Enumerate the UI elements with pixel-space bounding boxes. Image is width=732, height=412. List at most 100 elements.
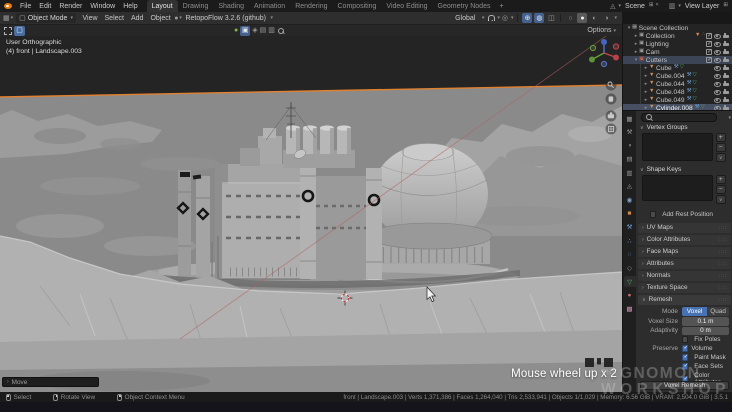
outliner-row-cutters[interactable]: ▾ ▣ Cutters <box>623 56 732 64</box>
modifier-icon[interactable]: ⚒ <box>687 73 692 79</box>
disable-render-icon[interactable] <box>722 33 730 40</box>
workspace-tab-animation[interactable]: Animation <box>249 0 290 12</box>
disable-render-icon[interactable] <box>722 81 730 88</box>
snap-magnet-icon[interactable] <box>486 14 495 22</box>
vertex-group-specials-button[interactable]: ∨ <box>716 153 726 162</box>
shading-wireframe-button[interactable]: ○ <box>565 13 575 23</box>
hide-eye-icon[interactable] <box>713 33 722 40</box>
vertex-group-add-button[interactable]: + <box>716 133 726 142</box>
menu-add[interactable]: Add <box>127 15 146 22</box>
view-layer-selector[interactable]: View Layer <box>685 3 720 10</box>
shape-key-specials-button[interactable]: ∨ <box>716 195 726 204</box>
shape-keys-panel-header[interactable]: ∨ Shape Keys <box>640 166 681 173</box>
menu-view[interactable]: View <box>79 15 101 22</box>
shading-solid-button[interactable]: ● <box>577 13 588 23</box>
box-select-tool-icon[interactable] <box>2 26 13 36</box>
add-rest-position-row[interactable]: Add Rest Position <box>650 211 713 218</box>
tool-color-icon[interactable]: ● <box>234 27 238 34</box>
proportional-caret-icon[interactable]: ▾ <box>511 15 514 21</box>
editor-type-icon[interactable]: ▦ <box>3 15 10 22</box>
hide-eye-icon[interactable] <box>713 73 722 80</box>
tool-diamond-icon[interactable]: ◈ <box>252 27 257 34</box>
section-texture-space[interactable]: › Texture Space ∷∷ <box>638 283 731 293</box>
outliner-row-cam[interactable]: ▸ ▣ Cam <box>623 48 732 56</box>
retopoflow-menu[interactable]: RetopoFlow 3.2.6 (github) <box>182 15 270 22</box>
snap-caret-icon[interactable]: ▾ <box>497 15 500 21</box>
perspective-toggle-button[interactable] <box>605 123 617 135</box>
tab-material[interactable]: ● <box>624 290 636 301</box>
shading-material-button[interactable]: ◐ <box>589 13 599 23</box>
tab-render[interactable]: ◑ <box>624 140 636 151</box>
disable-render-icon[interactable] <box>722 65 730 72</box>
scene-browse-caret-icon[interactable]: ▾ <box>619 3 622 9</box>
tab-object[interactable]: ■ <box>624 208 636 219</box>
tab-scene[interactable]: ◬ <box>624 181 636 192</box>
menu-render[interactable]: Render <box>55 3 86 10</box>
blender-logo-icon[interactable] <box>4 3 12 9</box>
fix-poles-checkbox[interactable] <box>682 336 689 343</box>
face-sets-checkbox[interactable] <box>682 363 688 370</box>
tab-view-layer[interactable]: ▥ <box>624 167 636 178</box>
preserve-face-sets-row[interactable]: Face Sets <box>682 363 723 370</box>
unlink-scene-icon[interactable]: × <box>656 3 659 9</box>
modifier-icon[interactable]: ⚒ <box>687 97 692 103</box>
mode-selector[interactable]: ▢ Object Mode ▾ <box>16 13 76 23</box>
orientation-caret-icon[interactable]: ▾ <box>482 15 485 21</box>
disable-render-icon[interactable] <box>722 73 730 80</box>
new-scene-icon[interactable]: ⊞ <box>649 3 654 9</box>
mode-quad-button[interactable]: Quad <box>707 307 729 316</box>
hide-eye-icon[interactable] <box>713 81 722 88</box>
shading-rendered-button[interactable]: ◑ <box>601 13 611 23</box>
disable-render-icon[interactable] <box>722 57 730 64</box>
xray-toggle[interactable]: ◫ <box>546 13 556 23</box>
mesh-data-icon[interactable]: ▽ <box>693 97 697 103</box>
new-view-layer-icon[interactable]: ⊞ <box>723 3 728 9</box>
hide-eye-icon[interactable] <box>713 97 722 104</box>
workspace-tab-rendering[interactable]: Rendering <box>290 0 332 12</box>
viewport-3d[interactable]: User Orthographic (4) front | Landscape.… <box>0 36 622 392</box>
active-tool-toggle[interactable]: ▢ <box>14 25 25 36</box>
tool-search-icon[interactable] <box>277 27 285 35</box>
paint-mask-checkbox[interactable] <box>682 354 688 361</box>
workspace-tab-shading[interactable]: Shading <box>213 0 249 12</box>
add-rest-position-checkbox[interactable] <box>650 211 657 218</box>
modifier-icon[interactable]: ⚒ <box>687 81 692 87</box>
shape-keys-list[interactable] <box>642 175 713 201</box>
menu-file[interactable]: File <box>16 3 35 10</box>
collection-checkbox[interactable] <box>706 57 712 63</box>
menu-edit[interactable]: Edit <box>35 3 55 10</box>
mesh-data-icon[interactable]: ▽ <box>693 81 697 87</box>
outliner-row-cube-044[interactable]: ▸ ▼ Cube.044 ⚒ ▽ <box>623 80 732 88</box>
disable-render-icon[interactable] <box>722 49 730 56</box>
tab-constraints[interactable]: ◇ <box>624 263 636 274</box>
tool-rows-icon[interactable]: ▤ <box>260 27 267 34</box>
tab-world[interactable]: ◉ <box>624 195 636 206</box>
disable-render-icon[interactable] <box>722 41 730 48</box>
workspace-tab-layout[interactable]: Layout <box>146 0 178 12</box>
workspace-tab-drawing[interactable]: Drawing <box>178 0 214 12</box>
menu-help[interactable]: Help <box>119 3 141 10</box>
section-face-maps[interactable]: › Face Maps ∷∷ <box>638 247 731 257</box>
viewport-3d-scene[interactable] <box>0 36 622 392</box>
outliner-row-cube-049[interactable]: ▸ ▼ Cube.049 ⚒ ▽ <box>623 96 732 104</box>
last-operator-panel[interactable]: › Move <box>2 377 99 387</box>
zoom-view-button[interactable] <box>605 79 617 91</box>
camera-view-button[interactable] <box>605 110 617 122</box>
menu-select[interactable]: Select <box>101 15 127 22</box>
vertex-groups-list[interactable] <box>642 133 713 161</box>
tab-physics[interactable]: ◌ <box>624 249 636 260</box>
collection-checkbox[interactable] <box>706 49 712 55</box>
shape-key-remove-button[interactable]: − <box>716 185 726 194</box>
disable-render-icon[interactable] <box>722 97 730 104</box>
viewport-options-dropdown[interactable]: Options ▾ <box>587 27 620 34</box>
collection-checkbox[interactable] <box>706 33 712 39</box>
menu-object[interactable]: Object <box>147 15 174 22</box>
hide-eye-icon[interactable] <box>713 57 722 64</box>
outliner-row-cube-048[interactable]: ▸ ▼ Cube.048 ⚒ ▽ <box>623 88 732 96</box>
collection-checkbox[interactable] <box>706 41 712 47</box>
hide-eye-icon[interactable] <box>713 89 722 96</box>
properties-search-caret-icon[interactable]: ▾ <box>728 115 731 121</box>
properties-search-input[interactable] <box>641 113 717 122</box>
voxel-size-field[interactable]: 0.1 m <box>682 317 729 326</box>
show-gizmo-toggle[interactable]: ⊕ <box>522 13 533 23</box>
